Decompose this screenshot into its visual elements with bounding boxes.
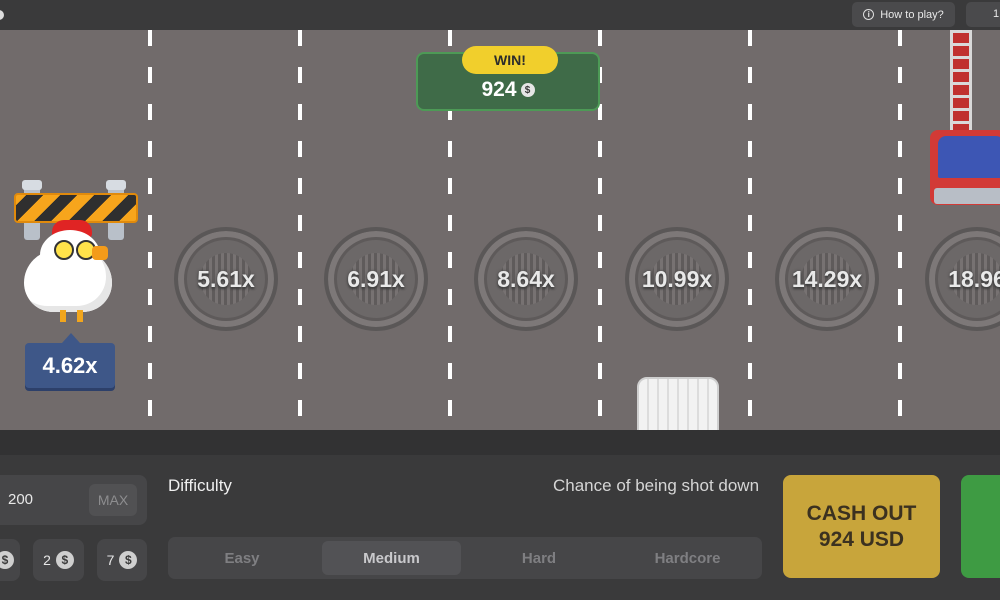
multiplier-label: 8.64x [497, 265, 555, 292]
difficulty-medium[interactable]: Medium [322, 541, 461, 575]
difficulty-hardcore[interactable]: Hardcore [617, 541, 758, 575]
multiplier-label: 18.96 [948, 265, 1000, 292]
road-edge [0, 430, 1000, 455]
difficulty-hard[interactable]: Hard [469, 541, 609, 575]
coin-icon: $ [0, 551, 14, 569]
lane-multiplier-2[interactable]: 6.91x [324, 227, 428, 331]
white-van [637, 377, 719, 430]
multiplier-label: 6.91x [347, 265, 405, 292]
lane-divider [298, 30, 302, 430]
how-to-play-button[interactable]: i How to play? [852, 2, 955, 27]
quick-bet-chip-2[interactable]: 2 $ [33, 539, 84, 581]
chicken-character [22, 220, 117, 325]
game-road: 4.62x 5.61x 6.91x 8.64x 10.99x 14.29x 18… [0, 30, 1000, 430]
difficulty-easy[interactable]: Easy [172, 541, 312, 575]
chip-value: 2 [43, 552, 51, 568]
win-amount-value: 924 [481, 78, 517, 101]
win-panel: WIN! 924 $ [416, 46, 600, 111]
lane-multiplier-1[interactable]: 5.61x [174, 227, 278, 331]
win-badge: WIN! [462, 46, 558, 74]
multiplier-label: 5.61x [197, 265, 255, 292]
fire-truck [928, 30, 1000, 210]
coin-icon: $ [55, 551, 74, 569]
info-icon: i [863, 9, 875, 20]
coin-icon: $ [520, 83, 535, 97]
chip-value: 7 [106, 552, 115, 568]
max-bet-button[interactable]: MAX [89, 484, 137, 516]
top-right-button[interactable]: 1 [966, 2, 1000, 27]
lane-multiplier-5[interactable]: 14.29x [775, 227, 879, 331]
lane-divider [898, 30, 902, 430]
coin-icon: $ [119, 551, 138, 569]
difficulty-selector: Easy Medium Hard Hardcore [168, 537, 762, 579]
cash-out-button[interactable]: CASH OUT 924 USD [783, 475, 940, 578]
multiplier-label: 14.29x [791, 265, 863, 292]
quick-bet-chip-7[interactable]: 7 $ [97, 539, 147, 581]
multiplier-label: 10.99x [641, 265, 713, 292]
cash-out-amount: 924 USD [818, 527, 905, 551]
lane-divider [748, 30, 752, 430]
logo-icon [0, 10, 4, 20]
chance-label: Chance of being shot down [553, 476, 760, 495]
lane-divider [148, 30, 152, 430]
top-bar: i How to play? 1 [0, 0, 1000, 30]
quick-bet-chip[interactable]: $ [0, 539, 20, 581]
current-multiplier-badge: 4.62x [25, 333, 115, 388]
cash-out-label: CASH OUT [806, 502, 917, 526]
bet-amount-field[interactable]: 200 MAX [0, 475, 147, 525]
bet-amount-value[interactable]: 200 [8, 491, 33, 508]
controls-panel: 200 MAX $ 2 $ 7 $ Difficulty Chance of b… [0, 455, 1000, 600]
lane-multiplier-4[interactable]: 10.99x [625, 227, 729, 331]
win-amount: 924 $ [418, 78, 598, 102]
lane-multiplier-3[interactable]: 8.64x [474, 227, 578, 331]
lane-multiplier-6[interactable]: 18.96 [925, 227, 1000, 331]
how-to-play-label: How to play? [880, 8, 944, 21]
go-button[interactable] [961, 475, 1000, 578]
difficulty-label: Difficulty [168, 476, 232, 495]
